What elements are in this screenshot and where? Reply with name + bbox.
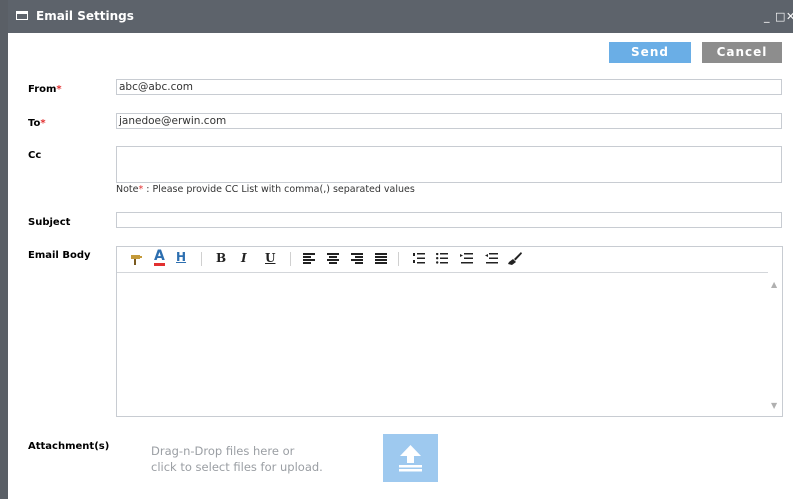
subject-field[interactable] <box>116 212 782 228</box>
to-field[interactable]: janedoe@erwin.com <box>116 113 782 129</box>
align-right-icon[interactable] <box>351 253 363 264</box>
from-field[interactable]: abc@abc.com <box>116 79 782 95</box>
toolbar-separator <box>398 252 399 266</box>
email-body-editor[interactable]: A H B I U ▲ ▼ <box>116 246 783 417</box>
drop-zone-line2[interactable]: click to select files for upload. <box>151 460 323 474</box>
left-border <box>0 0 8 499</box>
minimize-button[interactable]: _ <box>764 10 770 23</box>
bullet-list-icon[interactable] <box>436 253 448 264</box>
scroll-up-icon[interactable]: ▲ <box>771 280 777 289</box>
to-label: To* <box>28 118 46 129</box>
window-icon <box>16 11 28 20</box>
close-button[interactable]: ✕ <box>786 10 793 23</box>
cc-field[interactable] <box>116 146 782 183</box>
email-settings-window: Email Settings _ □ ✕ Send Cancel From* a… <box>0 0 793 499</box>
toolbar-separator <box>290 252 291 266</box>
cc-note: Note* : Please provide CC List with comm… <box>116 184 415 195</box>
from-label: From* <box>28 84 62 95</box>
email-body-label: Email Body <box>28 250 91 261</box>
clear-format-icon[interactable] <box>508 252 522 265</box>
drop-zone-line1[interactable]: Drag-n-Drop files here or <box>151 444 294 458</box>
upload-icon <box>399 445 422 472</box>
editor-toolbar: A H B I U <box>117 247 782 273</box>
bold-button[interactable]: B <box>216 251 226 265</box>
underline-button[interactable]: U <box>265 251 275 265</box>
editor-scrollbar[interactable]: ▲ ▼ <box>768 272 782 416</box>
upload-button[interactable] <box>383 434 438 482</box>
highlight-icon[interactable]: H <box>176 250 186 264</box>
font-color-icon[interactable]: A <box>154 249 165 266</box>
outdent-icon[interactable] <box>485 253 498 264</box>
title-bar[interactable]: Email Settings _ □ ✕ <box>0 0 793 33</box>
ordered-list-icon[interactable] <box>413 253 425 264</box>
justify-icon[interactable] <box>375 253 387 264</box>
toolbar-separator <box>201 252 202 266</box>
paint-icon[interactable] <box>130 252 143 266</box>
cc-label: Cc <box>28 150 42 161</box>
scroll-down-icon[interactable]: ▼ <box>771 401 777 410</box>
align-left-icon[interactable] <box>303 253 315 264</box>
italic-button[interactable]: I <box>241 251 247 265</box>
align-center-icon[interactable] <box>327 253 339 264</box>
indent-icon[interactable] <box>460 253 473 264</box>
attachments-label: Attachment(s) <box>28 441 110 452</box>
maximize-button[interactable]: □ <box>775 10 785 23</box>
subject-label: Subject <box>28 217 71 228</box>
cancel-button[interactable]: Cancel <box>702 42 782 63</box>
window-title: Email Settings <box>36 9 134 23</box>
send-button[interactable]: Send <box>609 42 691 63</box>
